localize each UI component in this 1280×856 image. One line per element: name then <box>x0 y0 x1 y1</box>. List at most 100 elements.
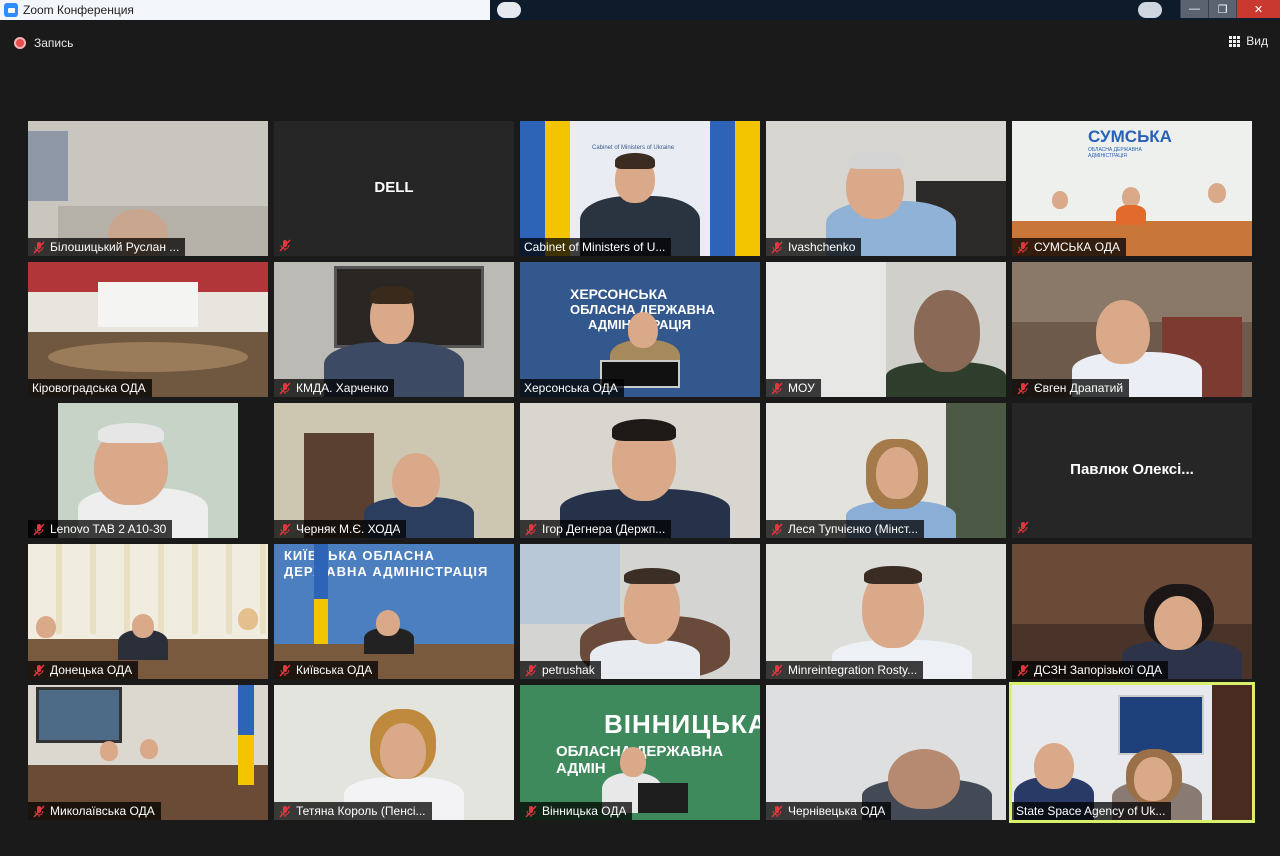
participant-label: State Space Agency of Uk... <box>1012 802 1172 820</box>
window-controls: — ❐ ✕ <box>1180 0 1280 18</box>
participant-label: petrushak <box>520 661 601 679</box>
participant-tile[interactable]: Minreintegration Rosty... <box>766 544 1006 679</box>
participant-tile[interactable]: Lenovo TAB 2 A10-30 <box>28 403 268 538</box>
maximize-button[interactable]: ❐ <box>1208 0 1236 18</box>
participant-tile[interactable]: Білошицький Руслан ... <box>28 121 268 256</box>
participant-label: Ігор Дегнера (Держп... <box>520 520 672 538</box>
participant-tile[interactable]: ВІННИЦЬКА ОБЛАСНА ДЕРЖАВНА АДМІН Вінниць… <box>520 685 760 820</box>
participant-name: Донецька ОДА <box>50 663 133 677</box>
participant-tile[interactable]: Черняк М.Є. ХОДА <box>274 403 514 538</box>
participant-tile[interactable]: Павлюк Олексі... <box>1012 403 1252 538</box>
muted-mic-icon <box>33 663 45 677</box>
participant-label: Миколаївська ОДА <box>28 802 161 820</box>
muted-mic-icon <box>1017 663 1029 677</box>
participant-name: Миколаївська ОДА <box>50 804 155 818</box>
participant-label: КМДА. Харченко <box>274 379 395 397</box>
participant-name: State Space Agency of Uk... <box>1016 804 1166 818</box>
participant-label: Євген Драпатий <box>1012 379 1130 397</box>
muted-mic-icon <box>279 522 291 536</box>
participant-name: Lenovo TAB 2 A10-30 <box>50 522 167 536</box>
participant-tile[interactable]: СУМСЬКА ОБЛАСНА ДЕРЖАВНА АДМІНІСТРАЦІЯ С… <box>1012 121 1252 256</box>
background-tab-icon <box>497 2 521 18</box>
participant-label: Білошицький Руслан ... <box>28 238 186 256</box>
participant-name: МОУ <box>788 381 815 395</box>
gallery-view: Білошицький Руслан ... DELL Cabinet of M… <box>28 121 1255 823</box>
muted-mic-icon <box>1017 521 1029 534</box>
participant-label: Lenovo TAB 2 A10-30 <box>28 520 173 538</box>
participant-label: Cabinet of Ministers of U... <box>520 238 672 256</box>
participant-name: Вінницька ОДА <box>542 804 627 818</box>
participant-label: Черняк М.Є. ХОДА <box>274 520 407 538</box>
participant-name: Херсонська ОДА <box>524 381 618 395</box>
muted-mic-icon <box>771 804 783 818</box>
participant-name: Кіровоградська ОДА <box>32 381 146 395</box>
close-button[interactable]: ✕ <box>1236 0 1280 18</box>
muted-mic-icon <box>525 804 537 818</box>
close-icon: ✕ <box>1253 3 1264 16</box>
participant-tile[interactable]: Кіровоградська ОДА <box>28 262 268 397</box>
backdrop-text: СУМСЬКА <box>1088 127 1172 146</box>
muted-mic-icon <box>33 804 45 818</box>
participant-name: DELL <box>374 179 414 196</box>
grid-view-icon <box>1229 35 1241 47</box>
muted-mic-icon <box>771 663 783 677</box>
participant-name: ДСЗН Запорізької ОДА <box>1034 663 1163 677</box>
participant-label: СУМСЬКА ОДА <box>1012 238 1126 256</box>
participant-tile[interactable]: Євген Драпатий <box>1012 262 1252 397</box>
participant-label: Леся Тупчієнко (Мінст... <box>766 520 925 538</box>
participant-tile[interactable]: Леся Тупчієнко (Мінст... <box>766 403 1006 538</box>
participant-tile[interactable]: КМДА. Харченко <box>274 262 514 397</box>
muted-mic-icon <box>1017 381 1029 395</box>
participant-tile[interactable]: Ігор Дегнера (Держп... <box>520 403 760 538</box>
muted-mic-icon <box>279 663 291 677</box>
participant-name: petrushak <box>542 663 595 677</box>
restore-icon: ❐ <box>1217 3 1228 16</box>
participant-tile[interactable]: Миколаївська ОДА <box>28 685 268 820</box>
window-title: Zoom Конференция <box>23 3 134 17</box>
participant-label: Ivashchenko <box>766 238 862 256</box>
backdrop-text: ОБЛАСНА ДЕРЖАВНА АДМІНІСТРАЦІЯ <box>1088 147 1142 159</box>
window-title-area: Zoom Конференция <box>0 0 490 20</box>
participant-tile[interactable]: КИЇВСЬКА ОБЛАСНА ДЕРЖАВНА АДМІНІСТРАЦІЯ … <box>274 544 514 679</box>
participant-tile[interactable]: Чернівецька ОДА <box>766 685 1006 820</box>
view-label: Вид <box>1246 34 1268 48</box>
muted-mic-icon <box>771 522 783 536</box>
recording-label: Запись <box>34 36 74 50</box>
participant-label: Вінницька ОДА <box>520 802 633 820</box>
recording-indicator[interactable]: Запись <box>14 36 73 50</box>
participant-label: Чернівецька ОДА <box>766 802 892 820</box>
participant-name: Леся Тупчієнко (Мінст... <box>788 522 919 536</box>
active-speaker-tile[interactable]: State Space Agency of Uk... <box>1009 682 1255 823</box>
muted-mic-icon <box>33 522 45 536</box>
participant-tile[interactable]: petrushak <box>520 544 760 679</box>
participant-tile[interactable]: Ivashchenko <box>766 121 1006 256</box>
muted-mic-icon <box>771 240 783 254</box>
participant-label: Minreintegration Rosty... <box>766 661 924 679</box>
participant-tile[interactable]: Cabinet of Ministers of Ukraine Cabinet … <box>520 121 760 256</box>
participant-tile[interactable]: МОУ <box>766 262 1006 397</box>
minimize-button[interactable]: — <box>1180 0 1208 18</box>
participant-name: Тетяна Король (Пенсі... <box>296 804 426 818</box>
participant-tile[interactable]: ХЕРСОНСЬКА ОБЛАСНА ДЕРЖАВНА АДМІНІСТРАЦІ… <box>520 262 760 397</box>
participant-tile[interactable]: Тетяна Король (Пенсі... <box>274 685 514 820</box>
muted-mic-icon <box>279 381 291 395</box>
participant-tile[interactable]: ДСЗН Запорізької ОДА <box>1012 544 1252 679</box>
backdrop-text: ХЕРСОНСЬКА <box>570 286 668 302</box>
view-button[interactable]: Вид <box>1229 34 1268 48</box>
muted-mic-icon <box>279 804 291 818</box>
participant-tile[interactable]: DELL <box>274 121 514 256</box>
participant-name: Павлюк Олексі... <box>1070 461 1194 478</box>
zoom-logo-icon <box>4 3 18 17</box>
record-dot-icon <box>14 37 26 49</box>
participant-name: Minreintegration Rosty... <box>788 663 918 677</box>
backdrop-text: Cabinet of Ministers of Ukraine <box>592 145 675 151</box>
participant-name: Київська ОДА <box>296 663 373 677</box>
muted-mic-icon <box>1017 240 1029 254</box>
participant-name: Cabinet of Ministers of U... <box>524 240 666 254</box>
participant-tile[interactable]: Донецька ОДА <box>28 544 268 679</box>
backdrop-text: ОБЛАСНА ДЕРЖАВНА АДМІН <box>556 743 724 777</box>
participant-name: Чернівецька ОДА <box>788 804 886 818</box>
muted-mic-icon <box>525 522 537 536</box>
muted-mic-icon <box>33 240 45 254</box>
muted-mic-icon <box>525 663 537 677</box>
